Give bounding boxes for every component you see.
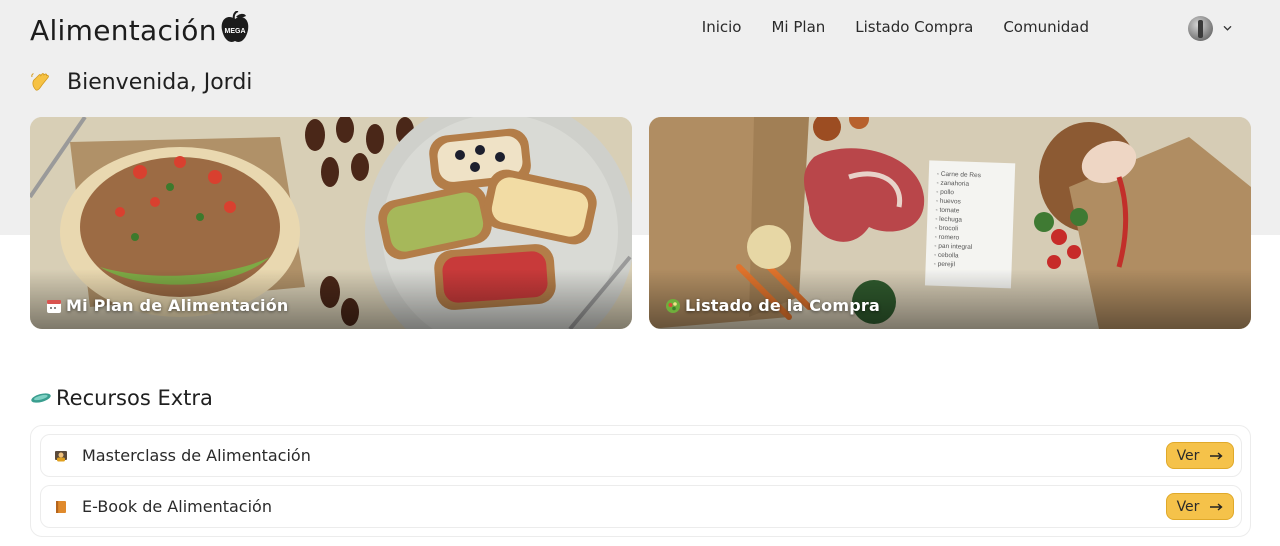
card-mi-plan[interactable]: Mi Plan de Alimentación — [30, 117, 632, 329]
salad-icon — [666, 298, 680, 313]
brand-logo[interactable]: Alimentación MEGA — [30, 10, 251, 50]
resources-list: Masterclass de Alimentación Ver E-Book d… — [30, 425, 1251, 537]
shopping-note-line: - huevos — [936, 198, 962, 206]
shopping-note-line: - tomate — [935, 207, 959, 215]
brand-name: Alimentación — [30, 13, 217, 47]
book-icon — [56, 500, 66, 513]
shopping-note-line: - brocoli — [935, 225, 958, 233]
main-nav: Inicio Mi Plan Listado Compra Comunidad — [672, 18, 1089, 36]
card-listado-compra-label: Listado de la Compra — [665, 296, 880, 315]
greeting-text: Bienvenida, Jordi — [67, 69, 253, 95]
nav-inicio[interactable]: Inicio — [702, 18, 742, 36]
arrow-right-icon — [1210, 451, 1223, 460]
svg-text:MEGA: MEGA — [224, 28, 245, 35]
list-item: Masterclass de Alimentación Ver — [40, 434, 1242, 477]
card-title: Mi Plan de Alimentación — [66, 296, 289, 315]
top-navbar: Alimentación MEGA Inicio Mi Plan Listado… — [0, 0, 1280, 60]
button-label: Ver — [1176, 447, 1200, 464]
shopping-note-line: - romero — [935, 234, 960, 242]
nav-listado-compra[interactable]: Listado Compra — [855, 18, 973, 36]
shopping-note-line: - zanahoria — [936, 180, 969, 188]
shopping-note-line: - lechuga — [935, 216, 962, 224]
calendar-icon — [47, 299, 61, 313]
card-title: Listado de la Compra — [685, 296, 880, 315]
resources-title: Recursos Extra — [30, 382, 213, 414]
shopping-note-line: - pollo — [936, 189, 954, 197]
shopping-note-line: - cebolla — [934, 252, 959, 260]
flying-disc-icon — [31, 393, 51, 403]
resources-title-text: Recursos Extra — [56, 386, 213, 410]
ver-masterclass-button[interactable]: Ver — [1166, 442, 1234, 469]
shopping-note-line: - perejil — [934, 261, 956, 269]
nav-mi-plan[interactable]: Mi Plan — [771, 18, 825, 36]
ver-ebook-button[interactable]: Ver — [1166, 493, 1234, 520]
list-item: E-Book de Alimentación Ver — [40, 485, 1242, 528]
button-label: Ver — [1176, 498, 1200, 515]
user-menu[interactable] — [1188, 16, 1232, 41]
waving-hand-icon — [31, 73, 49, 91]
resource-label: E-Book de Alimentación — [82, 497, 272, 516]
arrow-right-icon — [1210, 502, 1223, 511]
avatar[interactable] — [1188, 16, 1213, 41]
nav-comunidad[interactable]: Comunidad — [1003, 18, 1089, 36]
resource-label: Masterclass de Alimentación — [82, 446, 311, 465]
shopping-note-line: - pan integral — [934, 243, 973, 251]
mega-apple-logo-icon: MEGA — [221, 11, 249, 42]
card-listado-compra[interactable]: - Carne de Res - zanahoria - pollo - huevos… — [649, 117, 1251, 329]
teacher-icon — [55, 450, 67, 461]
chevron-down-icon[interactable] — [1223, 24, 1232, 33]
greeting: Bienvenida, Jordi — [30, 64, 252, 100]
card-mi-plan-label: Mi Plan de Alimentación — [46, 296, 288, 315]
